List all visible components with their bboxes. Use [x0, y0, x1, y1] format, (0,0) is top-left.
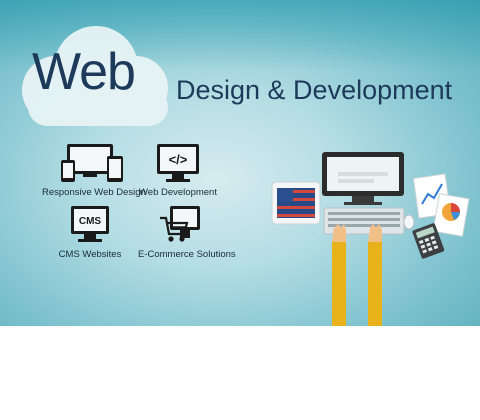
laptop-icon [322, 152, 405, 235]
shopping-cart-icon [160, 206, 200, 242]
code-badge: </> [169, 152, 188, 167]
service-label: E-Commerce Solutions [138, 249, 236, 260]
cms-badge: CMS [79, 216, 102, 227]
web-design-banner: Web Design & Development Responsive Web … [0, 0, 480, 326]
tablet-icon [271, 181, 321, 225]
service-e-commerce-solutions: E-Commerce Solutions [138, 204, 236, 260]
cms-monitor-icon: CMS [71, 206, 109, 242]
title-word: Web [32, 43, 136, 101]
service-cms-websites: CMS CMS Websites [54, 204, 126, 260]
devices-icon [61, 144, 123, 182]
code-monitor-icon: </> [157, 144, 199, 182]
chart-papers-icon [412, 173, 470, 237]
typing-hands [332, 224, 382, 326]
service-label: Responsive Web Design [42, 187, 146, 198]
service-label: Web Development [139, 187, 217, 198]
workspace-illustration [271, 152, 470, 326]
service-web-development: </> Web Development [138, 142, 218, 198]
subtitle: Design & Development [176, 75, 453, 105]
service-label: CMS Websites [58, 249, 122, 260]
mouse-icon [403, 214, 415, 230]
service-responsive-web-design: Responsive Web Design [42, 142, 146, 198]
